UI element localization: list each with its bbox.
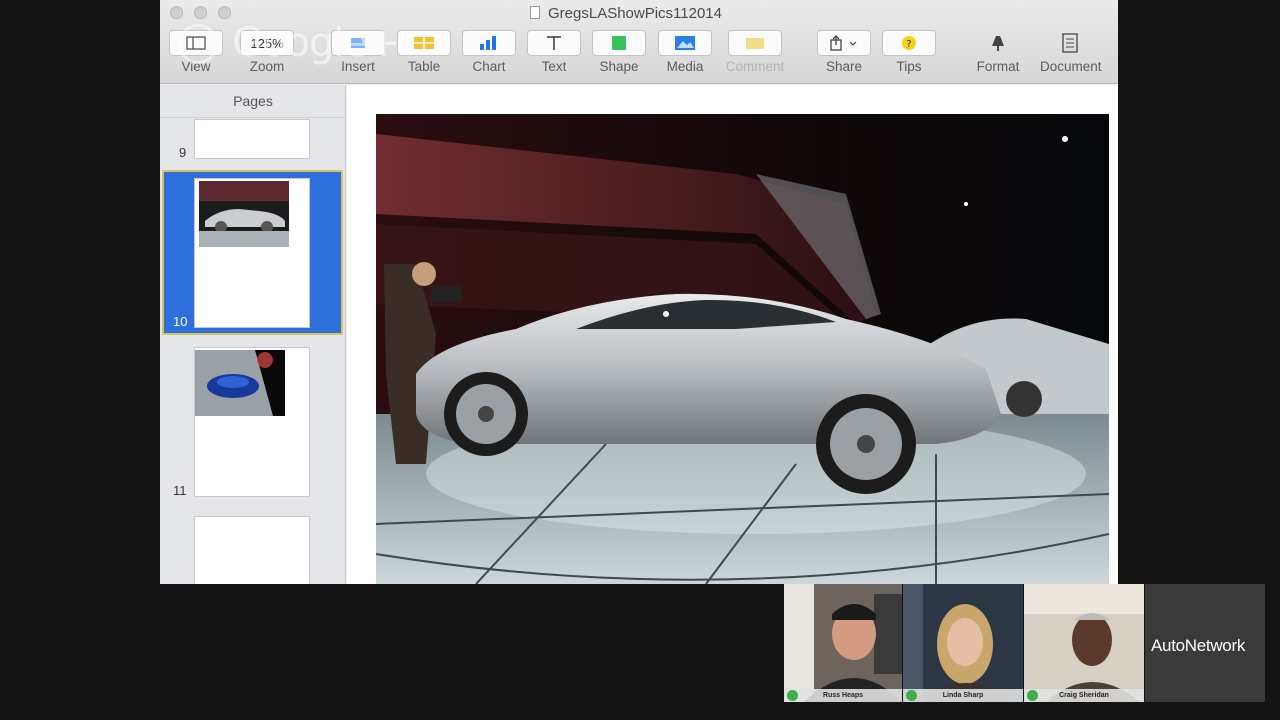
svg-text:?: ? [906, 39, 911, 50]
tips-icon: ? [902, 36, 916, 50]
page-10-photo-thumbnail [199, 181, 289, 247]
tips-label: Tips [896, 59, 922, 74]
sidebar-divider [160, 117, 345, 118]
zoom-select[interactable]: 125% [240, 30, 294, 56]
window-title-text: GregsLASho‌wPics112014 [548, 5, 722, 22]
participant-1-name: Russ Heaps [784, 689, 902, 702]
toolbar-format[interactable]: Format [968, 30, 1028, 74]
page-number-9: 9 [179, 145, 187, 160]
toolbar-media[interactable]: Media [655, 30, 715, 74]
pages-sidebar-title: Pages [233, 93, 273, 109]
participant-3-name: Craig Sheridan [1024, 689, 1144, 702]
zoom-window-button[interactable] [218, 6, 231, 19]
participant-3-mic-icon [1027, 690, 1038, 701]
webcam-participant-1[interactable]: Russ Heaps [784, 584, 902, 702]
participant-1-mic-icon [787, 690, 798, 701]
document-label: Document [1040, 59, 1102, 74]
titlebar: GregsLASho‌wPics112014 View 125% Zoom In… [160, 0, 1118, 84]
comment-label: Comment [725, 59, 785, 74]
table-button[interactable] [397, 30, 451, 56]
zoom-label: Zoom [249, 59, 285, 74]
pages-sidebar: Pages 9 10 11 [160, 85, 346, 584]
selected-page-highlight[interactable]: 10 [162, 170, 343, 335]
webcam-participant-3[interactable]: Craig Sheridan [1024, 584, 1144, 702]
page-thumbnail-9[interactable] [194, 119, 310, 159]
document-canvas[interactable] [347, 85, 1118, 584]
page-number-11: 11 [173, 483, 187, 498]
participant-2-video [903, 584, 1023, 702]
participant-3-video [1024, 584, 1144, 702]
page-number-10: 10 [173, 314, 188, 329]
chart-label: Chart [472, 59, 506, 74]
shape-label: Shape [599, 59, 639, 74]
participant-1-video [784, 584, 902, 702]
document-settings-icon [1062, 33, 1078, 53]
toolbar-table[interactable]: Table [394, 30, 454, 74]
shape-icon [612, 36, 626, 50]
pages-app-window: GregsLASho‌wPics112014 View 125% Zoom In… [160, 0, 1118, 584]
participant-2-name: Linda Sharp [903, 689, 1023, 702]
shape-button[interactable] [592, 30, 646, 56]
toolbar-tips[interactable]: ? Tips [879, 30, 939, 74]
screen: GregsLASho‌wPics112014 View 125% Zoom In… [0, 0, 1280, 720]
document-page [347, 85, 1118, 584]
insert-button[interactable] [331, 30, 385, 56]
text-button[interactable] [527, 30, 581, 56]
media-label: Media [666, 59, 704, 74]
participant-2-mic-icon [906, 690, 917, 701]
broadcast-brand: AutoNetwork [1151, 636, 1246, 655]
toolbar-zoom[interactable]: 125% Zoom [237, 30, 297, 74]
toolbar-shape[interactable]: Shape [589, 30, 649, 74]
minimize-window-button[interactable] [194, 6, 207, 19]
share-icon [830, 35, 857, 51]
car-photo-image [376, 114, 1109, 584]
tips-button[interactable]: ? [882, 30, 936, 56]
format-button[interactable] [971, 30, 1025, 56]
insert-label: Insert [341, 59, 375, 74]
toolbar-text[interactable]: Text [524, 30, 584, 74]
webcam-participant-2[interactable]: Linda Sharp [903, 584, 1023, 702]
page-thumbnail-12[interactable] [194, 516, 310, 584]
car-photo[interactable] [376, 114, 1109, 584]
close-window-button[interactable] [170, 6, 183, 19]
text-icon [547, 36, 561, 50]
page-thumbnail-11[interactable] [194, 347, 310, 497]
insert-icon [351, 38, 365, 48]
toolbar-chart[interactable]: Chart [459, 30, 519, 74]
format-label: Format [976, 59, 1020, 74]
document-icon [530, 6, 540, 19]
table-label: Table [407, 59, 441, 74]
google-plus-watermark-circle [178, 24, 218, 64]
share-label: Share [825, 59, 863, 74]
chart-icon [480, 36, 496, 50]
share-button[interactable] [817, 30, 871, 56]
window-title: GregsLASho‌wPics112014 [530, 5, 722, 22]
page-thumbnail-10[interactable] [194, 178, 310, 328]
broadcast-brand-box: AutoNetwork [1145, 584, 1265, 702]
chart-button[interactable] [462, 30, 516, 56]
paintbrush-icon [992, 36, 1004, 51]
document-button[interactable] [1043, 30, 1097, 56]
toolbar-document[interactable]: Document [1040, 30, 1102, 74]
toolbar-share[interactable]: Share [814, 30, 874, 74]
media-button[interactable] [658, 30, 712, 56]
comment-icon [746, 38, 764, 49]
media-icon [675, 36, 695, 50]
comment-button [728, 30, 782, 56]
page-11-photo-thumbnail [195, 350, 285, 416]
table-icon [414, 37, 434, 49]
toolbar-insert[interactable]: Insert [328, 30, 388, 74]
toolbar-comment: Comment [725, 30, 785, 74]
text-label: Text [541, 59, 567, 74]
